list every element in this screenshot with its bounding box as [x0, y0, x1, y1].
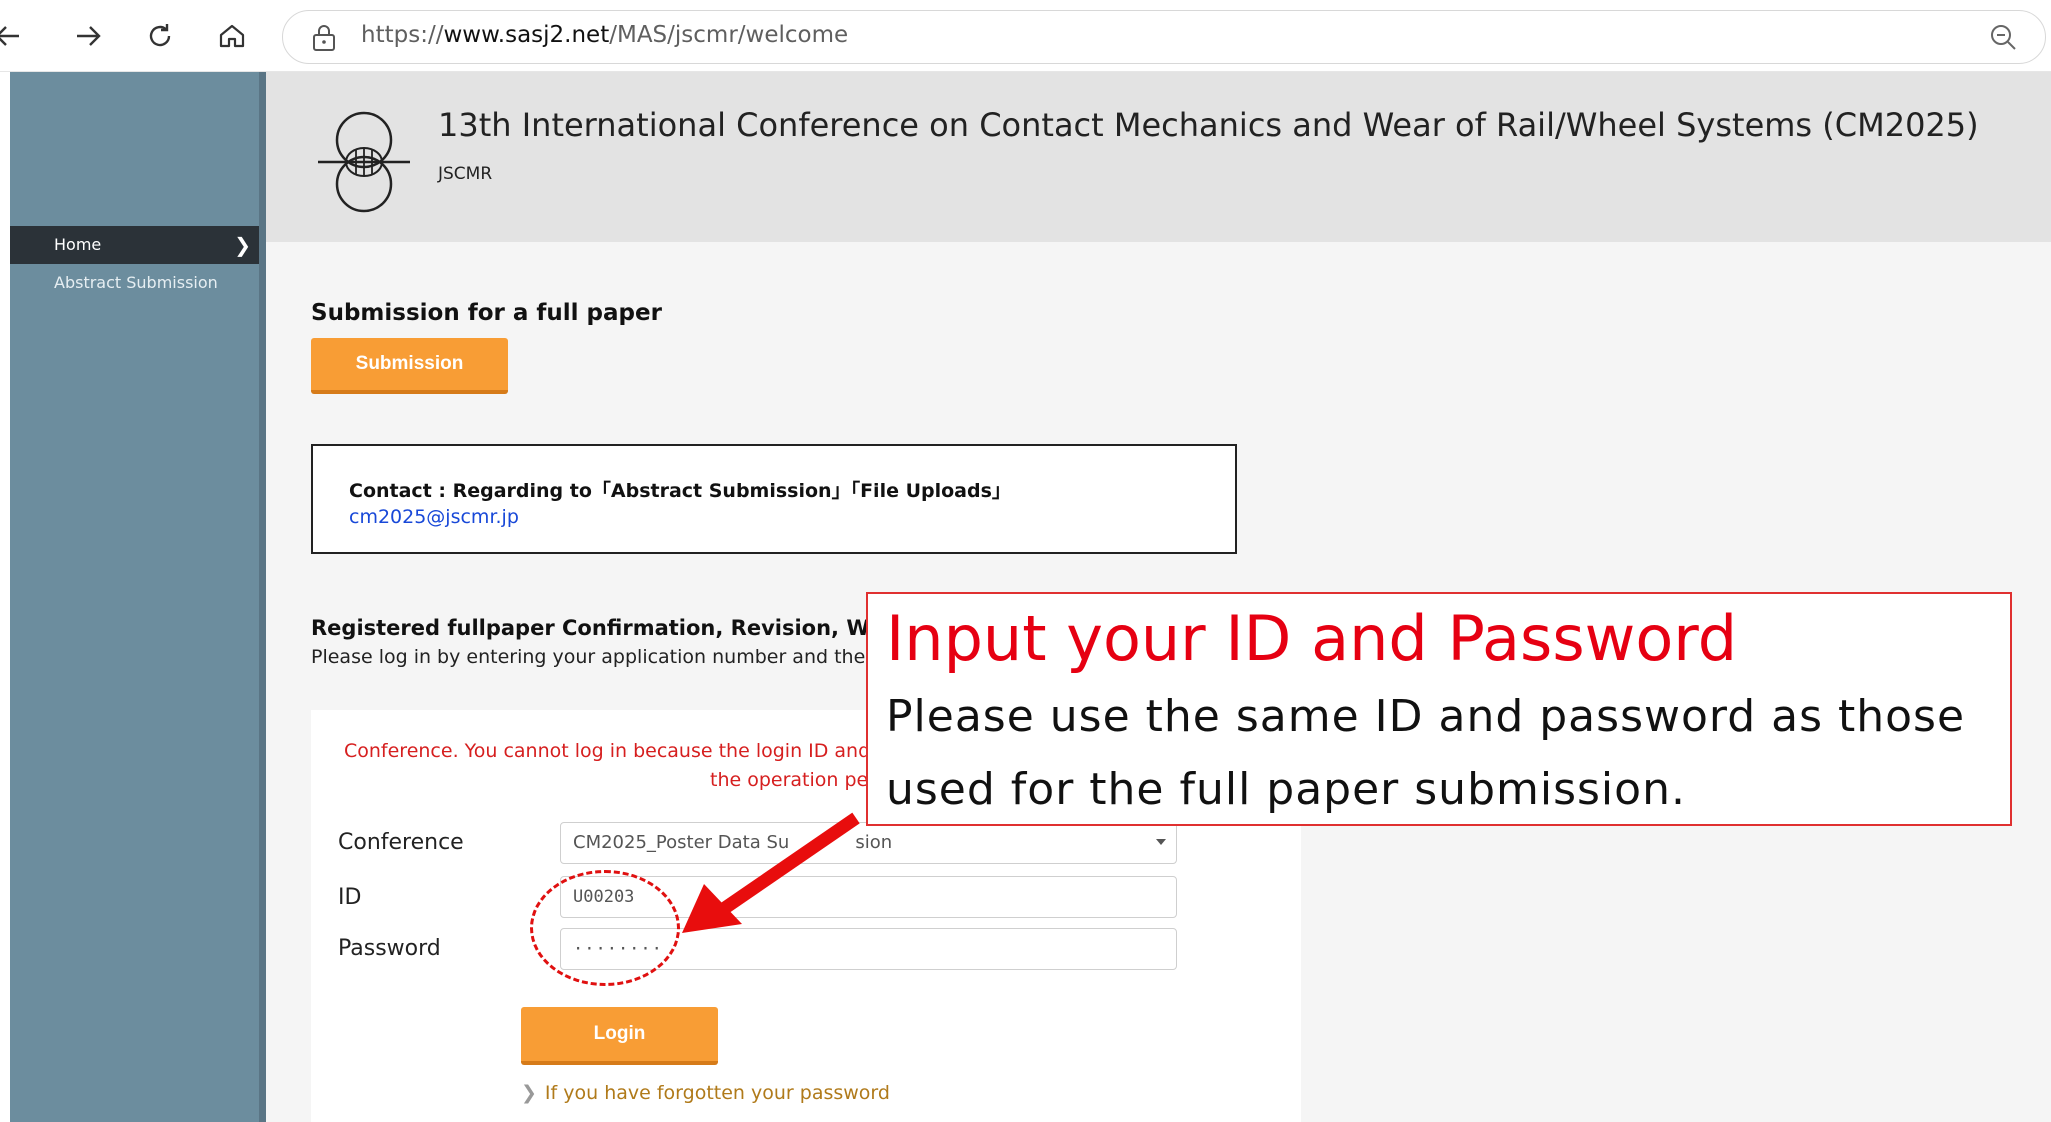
- forward-button[interactable]: [66, 14, 110, 58]
- sidebar-item-home[interactable]: Home ❯: [10, 226, 259, 264]
- lock-icon[interactable]: [311, 24, 337, 52]
- forgot-password-label: If you have forgotten your password: [544, 1082, 890, 1104]
- zoom-out-icon[interactable]: [1989, 23, 2019, 53]
- chevron-right-icon: ❯: [234, 233, 251, 257]
- forgot-password-link[interactable]: ❯ If you have forgotten your password: [521, 1082, 890, 1104]
- login-error-line-1: Conference. You cannot log in because th…: [344, 740, 900, 762]
- reload-button[interactable]: [138, 14, 182, 58]
- highlight-circle: [530, 870, 680, 986]
- full-paper-heading: Submission for a full paper: [311, 300, 662, 326]
- contact-label: Contact : Regarding to「Abstract Submissi…: [349, 480, 1011, 502]
- home-icon: [219, 24, 245, 48]
- registered-description: Please log in by entering your applicati…: [311, 646, 905, 668]
- password-label: Password: [338, 936, 441, 961]
- arrow-left-icon: [0, 26, 19, 46]
- callout-body: Please use the same ID and password as t…: [886, 691, 1966, 815]
- id-label: ID: [338, 885, 362, 910]
- rail-wheel-logo-icon: [318, 111, 410, 213]
- reload-icon: [149, 24, 171, 47]
- address-bar[interactable]: https://www.sasj2.net/MAS/jscmr/welcome: [282, 10, 2046, 64]
- registered-heading: Registered fullpaper Confirmation, Revis…: [311, 616, 902, 640]
- submission-button[interactable]: Submission: [311, 338, 508, 394]
- browser-toolbar: https://www.sasj2.net/MAS/jscmr/welcome: [0, 0, 2051, 72]
- login-button[interactable]: Login: [521, 1007, 718, 1065]
- organization-name: JSCMR: [438, 164, 493, 184]
- page-header: 13th International Conference on Contact…: [266, 72, 2051, 242]
- login-error-line-2: the operation per: [710, 769, 877, 791]
- sidebar: Home ❯ Abstract Submission: [10, 72, 266, 1122]
- chevron-right-icon: ❯: [521, 1082, 537, 1104]
- contact-box: Contact : Regarding to「Abstract Submissi…: [311, 444, 1237, 554]
- sidebar-item-abstract-submission[interactable]: Abstract Submission: [10, 264, 259, 302]
- sidebar-item-label: Abstract Submission: [54, 273, 218, 292]
- conference-label: Conference: [338, 830, 464, 855]
- screen: https://www.sasj2.net/MAS/jscmr/welcome …: [0, 0, 2051, 1122]
- home-button[interactable]: [210, 14, 254, 58]
- callout-title: Input your ID and Password: [886, 602, 1738, 675]
- url-text: https://www.sasj2.net/MAS/jscmr/welcome: [361, 22, 849, 48]
- chevron-down-icon: [1156, 839, 1166, 845]
- sidebar-item-label: Home: [54, 235, 102, 254]
- contact-email-link[interactable]: cm2025@jscmr.jp: [349, 506, 519, 528]
- pointer-arrow-icon: [682, 812, 860, 933]
- instruction-callout: Input your ID and Password Please use th…: [866, 592, 2012, 826]
- conference-title: 13th International Conference on Contact…: [438, 106, 1979, 144]
- back-button[interactable]: [0, 14, 30, 58]
- arrow-right-icon: [77, 26, 101, 46]
